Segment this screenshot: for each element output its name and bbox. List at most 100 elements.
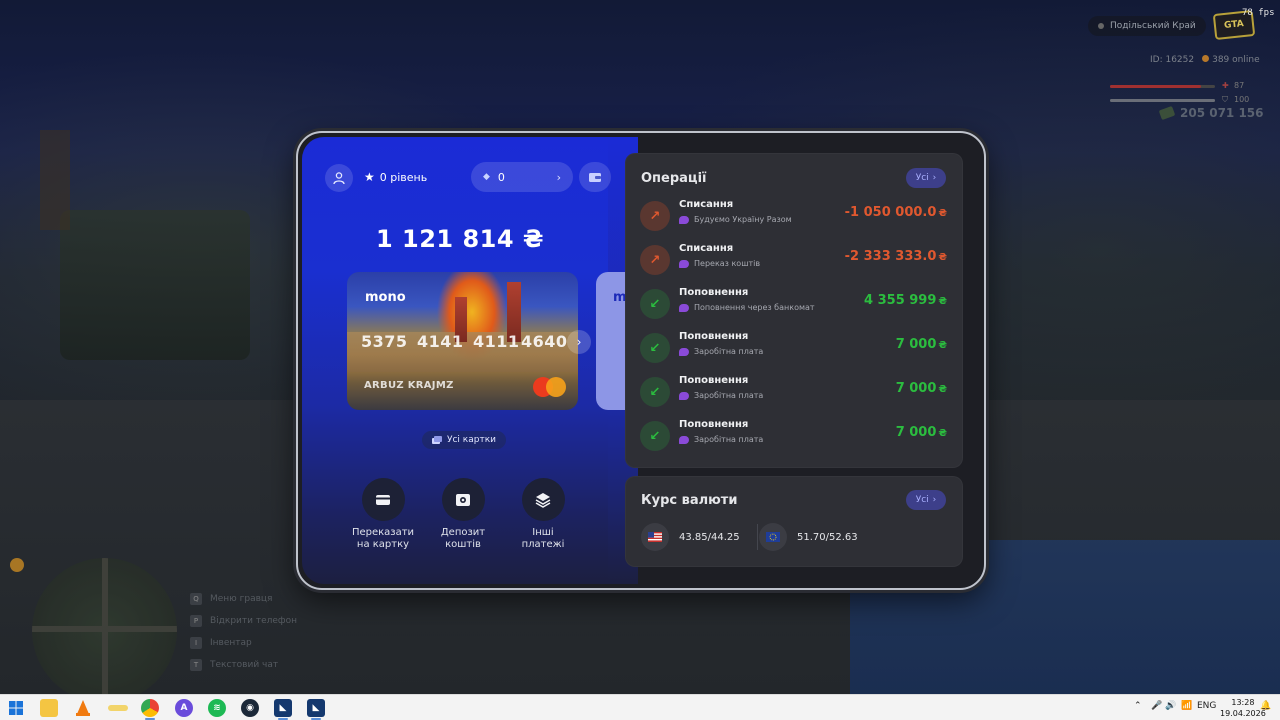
rates-title: Курс валюти <box>641 493 738 508</box>
windows-start-icon[interactable] <box>7 699 25 717</box>
user-icon <box>333 172 345 185</box>
operation-type: Поповнення <box>679 419 749 430</box>
chevron-right-icon: › <box>556 170 561 184</box>
notification-icon[interactable]: 🔔 <box>1260 701 1271 711</box>
operations-all-button[interactable]: Усі › <box>906 168 946 188</box>
volume-icon[interactable]: 🔊 <box>1165 701 1176 711</box>
operation-row[interactable]: ↙ Поповнення Поповнення через банкомат 4 35… <box>640 285 947 325</box>
card-icon <box>376 494 390 505</box>
operation-desc: Будуємо Україну Разом <box>679 215 792 224</box>
message-icon <box>679 215 689 224</box>
key-cap: Q <box>190 593 202 605</box>
action-circle <box>361 478 405 521</box>
coins-button[interactable]: ◆ 0 › <box>471 162 573 192</box>
key-hint-label: Меню гравця <box>210 594 273 604</box>
windows-taskbar: A ≋ ◉ ◣ ◣ ⌃ 🎤 🔊 📶 ENG 13:28 19.04.2026 🔔 <box>0 694 1280 720</box>
operation-row[interactable]: ↗ Списання Переказ коштів -2 333 333.0 ₴ <box>640 241 947 281</box>
operation-row[interactable]: ↙ Поповнення Заробітна плата 7 000 ₴ <box>640 329 947 369</box>
money-value: 205 071 156 <box>1180 106 1264 120</box>
tower <box>40 130 70 230</box>
key-hint: Q Меню гравця <box>190 588 297 610</box>
eur-rate-value: 51.70/52.63 <box>797 531 858 543</box>
server-badge: Подільський Край <box>1088 16 1206 36</box>
clock[interactable]: 13:28 19.04.2026 <box>1220 697 1266 719</box>
operation-amount: 7 000 ₴ <box>895 425 947 440</box>
player-info: ID: 16252 389 online <box>1150 55 1260 65</box>
operation-row[interactable]: ↙ Поповнення Заробітна плата 7 000 ₴ <box>640 373 947 413</box>
armor-value: 100 <box>1234 95 1250 104</box>
operation-amount: 7 000 ₴ <box>895 381 947 396</box>
online-count: 389 online <box>1202 55 1260 65</box>
operation-desc: Поповнення через банкомат <box>679 303 815 312</box>
message-icon <box>679 435 689 444</box>
usd-rate-value: 43.85/44.25 <box>679 531 740 543</box>
arrow-up-right-icon: ↗ <box>640 201 670 231</box>
wallet-button[interactable] <box>579 162 611 192</box>
spotify-icon[interactable]: ≋ <box>208 699 226 717</box>
clock-time: 13:28 <box>1231 698 1255 707</box>
all-cards-button[interactable]: Усі картки <box>422 431 506 449</box>
key-hints: Q Меню гравця P Відкрити телефон I Інвентар T Т… <box>190 588 297 676</box>
layers-icon <box>535 492 551 508</box>
vlc-icon[interactable] <box>74 699 92 717</box>
online-icon <box>1202 55 1210 62</box>
operation-row[interactable]: ↙ Поповнення Заробітна плата 7 000 ₴ <box>640 417 947 457</box>
account-balance: 1 121 814 ₴ <box>375 225 545 253</box>
minimap <box>32 558 177 703</box>
operation-type: Поповнення <box>679 375 749 386</box>
card-number-group: 5375 <box>361 332 408 351</box>
other-payments-button[interactable]: Інші платежі <box>498 478 588 551</box>
mastercard-icon <box>533 377 567 397</box>
armor-bar-fill <box>1110 99 1215 102</box>
player-id: ID: 16252 <box>1150 55 1195 65</box>
chrome-icon[interactable] <box>141 699 159 717</box>
action-label: Інші платежі <box>521 527 565 550</box>
tablet-button <box>358 131 398 133</box>
arrow-down-left-icon: ↙ <box>640 333 670 363</box>
profile-button[interactable] <box>325 164 353 192</box>
operation-amount: -2 333 333.0 ₴ <box>844 249 947 264</box>
game-icon[interactable]: ◣ <box>307 699 325 717</box>
microphone-icon[interactable]: 🎤 <box>1151 701 1162 711</box>
action-circle <box>441 478 485 521</box>
operation-type: Поповнення <box>679 331 749 342</box>
bank-card[interactable]: mono 5375 4141 4111 4640 ARBUZ KRAJMZ <box>347 272 578 410</box>
file-explorer-icon[interactable] <box>40 699 58 717</box>
key-hint-label: Текстовий чат <box>210 660 279 670</box>
safe-icon <box>456 493 470 506</box>
wifi-icon[interactable]: 📶 <box>1181 701 1192 711</box>
gem-icon: ◆ <box>483 172 490 182</box>
key-hint: T Текстовий чат <box>190 654 297 676</box>
message-icon <box>679 391 689 400</box>
key-cap: I <box>190 637 202 649</box>
operations-title: Операції <box>641 171 707 186</box>
steam-icon[interactable]: ◉ <box>241 699 259 717</box>
transfer-to-card-button[interactable]: Переказати на картку <box>338 478 428 551</box>
operation-type: Поповнення <box>679 287 749 298</box>
eur-rate: 51.70/52.63 <box>759 523 858 551</box>
operation-row[interactable]: ↗ Списання Будуємо Україну Разом -1 050 000… <box>640 197 947 237</box>
all-cards-label: Усі картки <box>447 435 496 445</box>
app-icon[interactable]: A <box>175 699 193 717</box>
server-name: Подільський Край <box>1110 21 1196 31</box>
operation-desc: Переказ коштів <box>679 259 760 268</box>
coins-value: 0 <box>497 170 505 184</box>
deposit-button[interactable]: Депозит коштів <box>418 478 508 551</box>
operation-amount: 7 000 ₴ <box>895 337 947 352</box>
tray-expand-icon[interactable]: ⌃ <box>1134 701 1142 711</box>
rates-divider <box>757 524 758 550</box>
chevron-right-icon: › <box>576 335 582 349</box>
game-launcher-icon[interactable]: ◣ <box>274 699 292 717</box>
health-bar-fill <box>1110 85 1202 88</box>
key-cap: T <box>190 659 202 671</box>
arrow-down-left-icon: ↙ <box>640 289 670 319</box>
chevron-right-icon: › <box>932 495 937 505</box>
language-indicator[interactable]: ENG <box>1197 701 1216 711</box>
card-number-group: 4141 <box>417 332 464 351</box>
money-display: 205 071 156 <box>1158 105 1264 121</box>
arrow-down-left-icon: ↙ <box>640 377 670 407</box>
rates-all-button[interactable]: Усі › <box>906 490 946 510</box>
app-icon[interactable] <box>108 705 128 711</box>
van <box>60 210 250 360</box>
next-card-button[interactable]: › <box>567 330 591 354</box>
